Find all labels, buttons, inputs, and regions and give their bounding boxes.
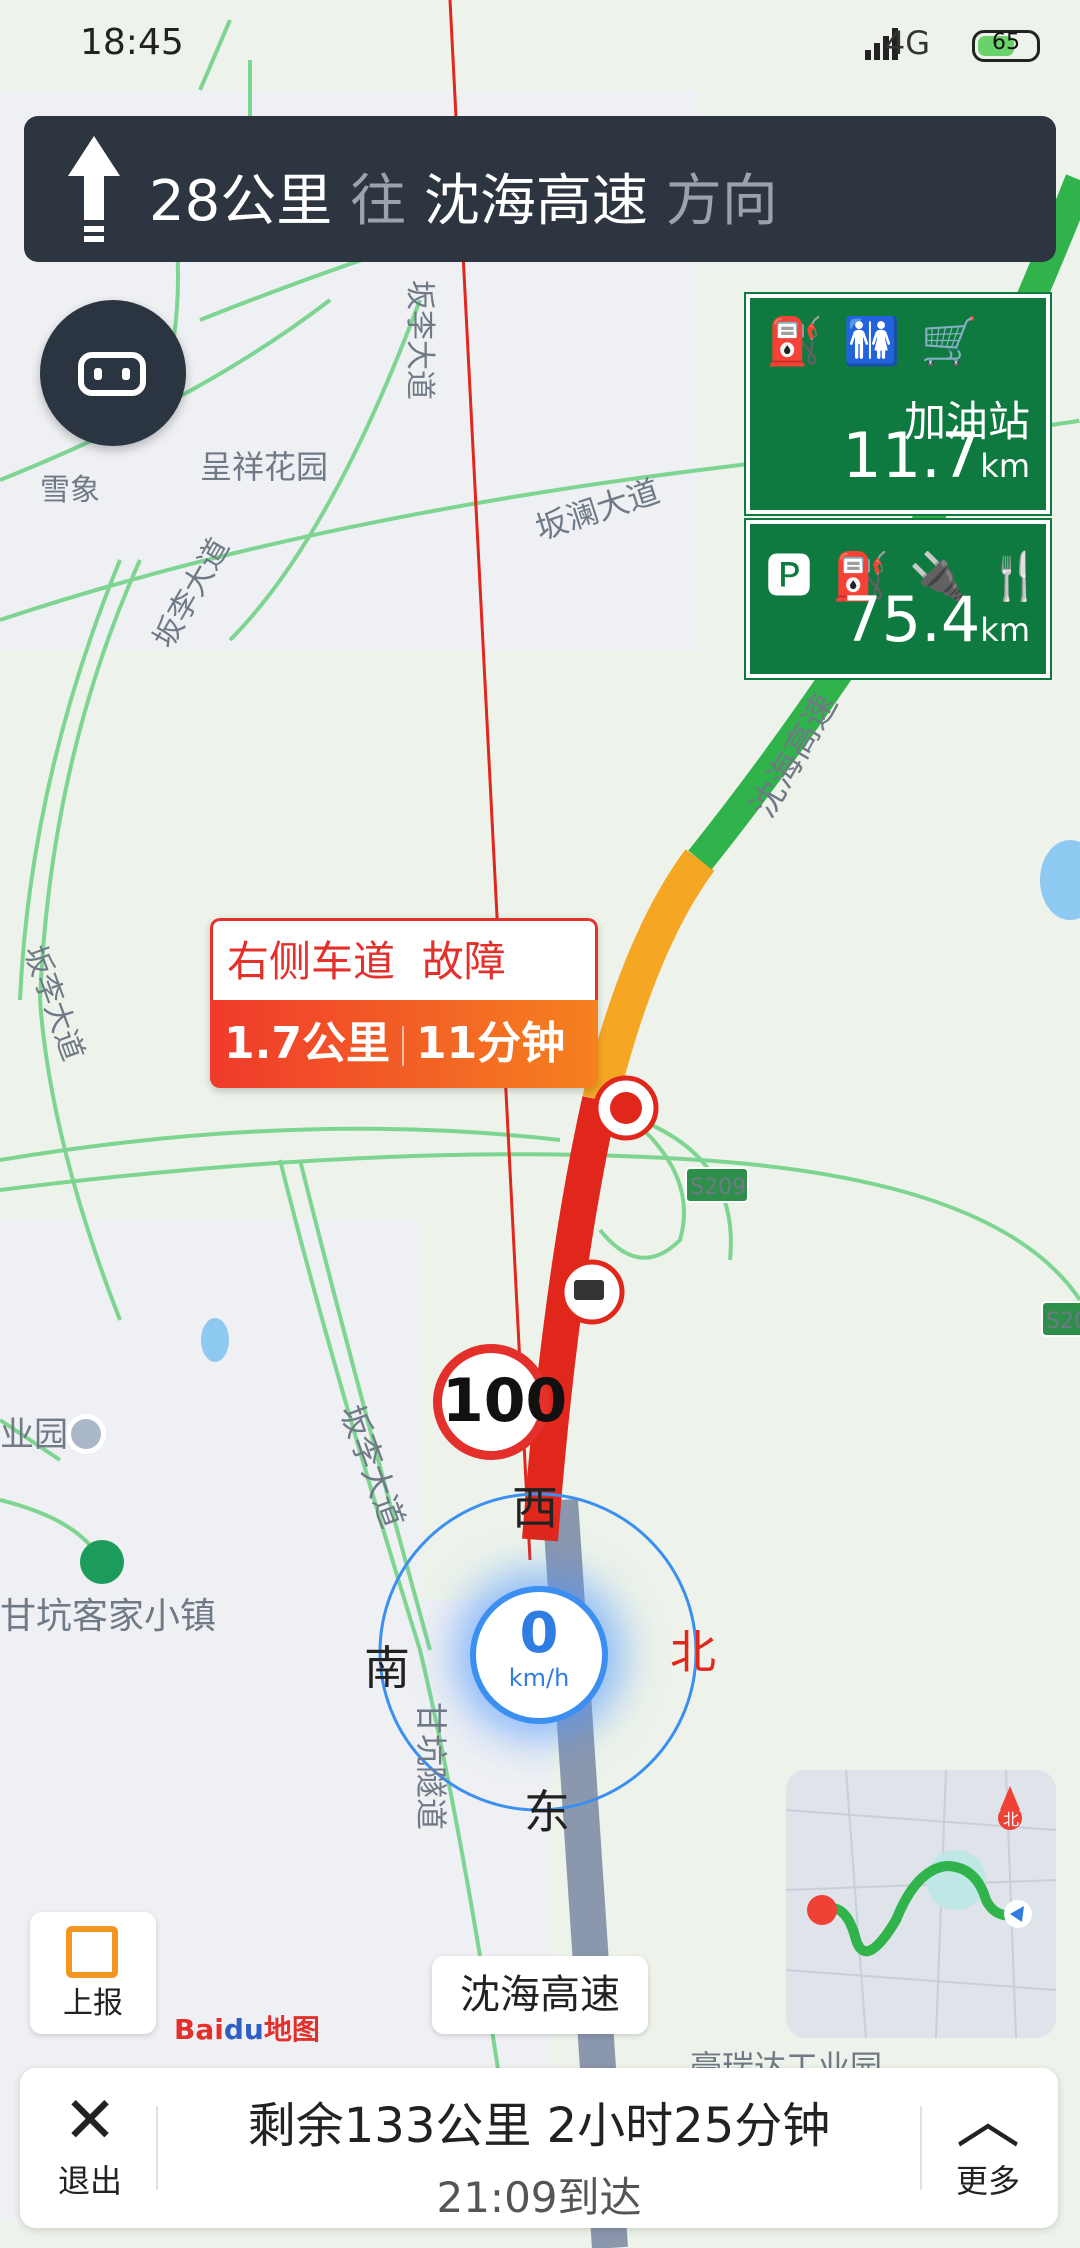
exit-button[interactable]: ✕ 退出 [40, 2086, 140, 2202]
incident-callout[interactable]: 右侧车道 故障 1.7公里 11分钟 [210, 918, 598, 1088]
more-label: 更多 [955, 2162, 1020, 2200]
more-button[interactable]: ︿ 更多 [938, 2086, 1038, 2202]
turn-guidance-banner[interactable]: 28公里 往 沈海高速 方向 [24, 116, 1056, 262]
service-area-sign[interactable]: 🅿⛽🔌🍴 75.4km [744, 518, 1052, 680]
straight-arrow-icon [68, 136, 120, 242]
speed-limit-sign: 100 [433, 1344, 567, 1460]
battery-icon: 65 [972, 30, 1040, 62]
service-area-distance: 11.7km [842, 419, 1030, 492]
incident-title: 右侧车道 故障 [210, 918, 598, 1000]
guidance-direction: 方向 [665, 169, 778, 234]
guidance-distance: 28公里 [149, 169, 333, 234]
fuel-icon: ⛽ [766, 314, 844, 368]
service-icons: ⛽🚻🛒 [766, 314, 998, 369]
service-area-sign[interactable]: ⛽🚻🛒 加油站 11.7km [744, 292, 1052, 516]
service-area-panel[interactable]: ⛽🚻🛒 加油站 11.7km 🅿⛽🔌🍴 75.4km [744, 292, 1052, 680]
map-label: 业园 [0, 1415, 68, 1455]
divider [156, 2106, 158, 2190]
remaining-distance-time: 剩余133公里 2小时25分钟 [247, 2098, 831, 2154]
compass-west: 西 [512, 1481, 558, 1535]
map-label: S20 [1046, 1309, 1080, 1334]
battery-level: 65 [992, 30, 1020, 55]
speed-unit: km/h [508, 1664, 570, 1692]
guidance-to: 往 [350, 169, 407, 234]
parking-icon: 🅿 [766, 549, 832, 603]
incident-length: 1.7公里 [224, 1018, 390, 1069]
trip-summary[interactable]: 剩余133公里 2小时25分钟 21:09到达 [160, 2086, 918, 2225]
map-label: 坂李大道 [402, 280, 437, 400]
compass-east: 东 [524, 1785, 570, 1839]
restroom-icon: 🚻 [843, 314, 921, 368]
guidance-text: 28公里 往 沈海高速 方向 [149, 156, 778, 237]
compass-north: 北 [670, 1625, 716, 1679]
route-overview-map[interactable]: 北 [786, 1770, 1056, 2038]
map-label: 呈祥花园 [200, 448, 328, 486]
compass-south: 南 [364, 1641, 410, 1695]
chevron-up-icon: ︿ [956, 2084, 1020, 2158]
network-type: 4G [884, 24, 930, 62]
baidu-map-logo: Baidu地图 [174, 2013, 320, 2046]
divider [920, 2106, 922, 2190]
report-button[interactable]: 上报 [30, 1912, 156, 2034]
map-label: 甘坑隧道 [412, 1702, 450, 1830]
navigation-bottom-bar: ✕ 退出 剩余133公里 2小时25分钟 21:09到达 ︿ 更多 [20, 2068, 1058, 2228]
status-bar: 18:45 4G 65 [0, 0, 1080, 90]
overview-north-label: 北 [1003, 1810, 1019, 1829]
current-road-name: 沈海高速 [432, 1956, 648, 2034]
close-icon: ✕ [63, 2084, 117, 2158]
report-label: 上报 [63, 1986, 123, 2021]
status-time: 18:45 [80, 22, 184, 63]
incident-detail: 1.7公里 11分钟 [210, 1000, 598, 1088]
voice-assistant-button[interactable] [40, 300, 186, 446]
incident-delay: 11分钟 [415, 1018, 566, 1069]
map-label: 甘坑客家小镇 [0, 1596, 216, 1637]
assistant-face-icon [78, 352, 146, 396]
exit-label: 退出 [57, 2162, 122, 2200]
current-speed-indicator: 0 km/h [470, 1586, 608, 1724]
arrival-time: 21:09到达 [436, 2173, 642, 2222]
service-area-distance: 75.4km [842, 583, 1030, 656]
map-label: 雪象 [40, 473, 100, 508]
guidance-road: 沈海高速 [423, 169, 648, 234]
edit-icon [66, 1926, 118, 1978]
overview-map-graphic: 北 [786, 1770, 1056, 2038]
shop-icon: 🛒 [920, 314, 998, 368]
speed-value: 0 [519, 1601, 559, 1666]
map-label: S209 [690, 1175, 746, 1200]
